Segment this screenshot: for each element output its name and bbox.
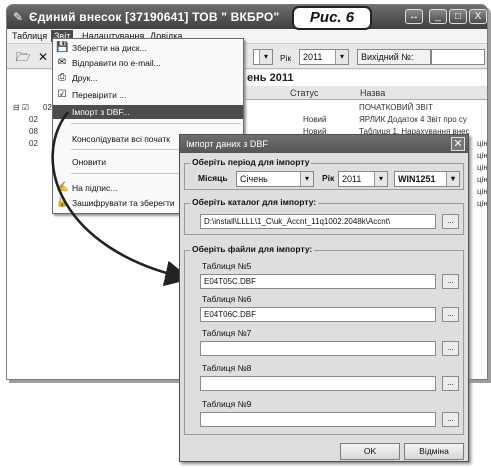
printer-icon: ⎙ <box>58 72 66 83</box>
browse-table5-button[interactable]: ... <box>442 274 459 289</box>
delete-icon[interactable]: ✕ <box>35 49 51 65</box>
app-icon: ✎ <box>13 10 24 24</box>
tree-code: 02 <box>29 115 38 124</box>
menu-item-label: Відправити по e-mail... <box>72 58 161 68</box>
year-label: Рік <box>280 53 292 63</box>
grid-cell-fragment: цін <box>477 163 488 172</box>
chevron-down-icon: ▾ <box>300 172 313 186</box>
column-status[interactable]: Статус <box>287 86 357 100</box>
grid-cell-fragment: цін <box>477 151 488 160</box>
email-icon: ✉ <box>57 57 67 68</box>
table9-input[interactable] <box>200 412 436 427</box>
grid-cell-fragment: цін <box>477 175 488 184</box>
chevron-down-icon: ▾ <box>374 172 387 186</box>
files-group-title: Оберіть файли для імпорту: <box>190 244 315 254</box>
menu-table[interactable]: Таблиця <box>9 30 50 42</box>
table5-label: Таблиця №5 <box>202 261 252 271</box>
year-value: 2011 <box>342 174 362 184</box>
menu-item-print[interactable]: ⎙ Друк... <box>53 71 243 85</box>
browse-table6-button[interactable]: ... <box>442 307 459 322</box>
encoding-select[interactable]: WIN1251 ▾ <box>394 171 460 187</box>
open-folder-icon[interactable]: 🗁 <box>15 49 31 65</box>
figure-callout: Рис. 6 <box>292 6 372 30</box>
year-select[interactable]: 2011 ▾ <box>299 49 349 65</box>
grid-cell-name[interactable]: ЯРЛИК Додаток 4 Звіт про су <box>359 115 467 124</box>
menu-item-label: Друк... <box>72 73 98 83</box>
directory-input[interactable]: D:\install\LLLL\1_C\uk_Accnt_11q1002.204… <box>200 214 436 229</box>
floppy-icon: 💾 <box>56 42 69 53</box>
chevron-down-icon: ▾ <box>446 172 459 186</box>
table8-label: Таблиця №8 <box>202 363 252 373</box>
minimize-button[interactable]: _ <box>429 9 447 24</box>
browse-directory-button[interactable]: ... <box>442 214 459 229</box>
menu-item-email[interactable]: ✉ Відправити по e-mail... <box>53 56 243 70</box>
month-value: Січень <box>240 174 268 184</box>
cancel-button[interactable]: Відміна <box>404 443 464 460</box>
tree-expander-icon[interactable]: ⊟ ☑ <box>13 103 29 112</box>
menu-item-label: Перевірити ... <box>72 90 127 100</box>
table5-input[interactable]: E04T05C.DBF <box>200 274 436 289</box>
encoding-value: WIN1251 <box>398 174 436 184</box>
maximize-button[interactable]: □ <box>449 9 467 24</box>
ok-button[interactable]: OK <box>340 443 400 460</box>
dialog-title[interactable]: Імпорт даних з DBF <box>180 135 468 153</box>
browse-table9-button[interactable]: ... <box>442 412 459 427</box>
table7-label: Таблиця №7 <box>202 328 252 338</box>
outgoing-number-field[interactable]: Вихідний №: <box>357 49 431 65</box>
tree-code: 08 <box>29 127 38 136</box>
close-button[interactable]: X <box>469 9 487 24</box>
chevron-down-icon: ▾ <box>259 50 272 64</box>
window-title: Єдиний внесок [37190641] ТОВ " ВКБРО" <box>29 10 280 24</box>
grid-cell-name[interactable]: ПОЧАТКОВИЙ ЗВІТ <box>359 103 433 112</box>
month-select[interactable]: Січень ▾ <box>236 171 314 187</box>
close-icon[interactable]: ✕ <box>451 137 465 151</box>
restore-button[interactable]: ↔ <box>405 9 423 24</box>
year-select[interactable]: 2011 ▾ <box>338 171 388 187</box>
table9-label: Таблиця №9 <box>202 399 252 409</box>
year-label: Рік <box>322 173 335 183</box>
table6-input[interactable]: E04T06C.DBF <box>200 307 436 322</box>
title-bar[interactable]: ✎ Єдиний внесок [37190641] ТОВ " ВКБРО" … <box>7 5 487 29</box>
import-dbf-dialog: Імпорт даних з DBF ✕ Оберіть період для … <box>179 134 469 462</box>
menu-item-label: Зберегти на диск... <box>72 43 147 53</box>
period-group-title: Оберіть період для імпорту <box>190 157 312 167</box>
outgoing-number-input[interactable] <box>431 49 485 65</box>
outgoing-number-label: Вихідний №: <box>361 52 414 62</box>
period-banner: ень 2011 <box>247 72 294 84</box>
grid-cell-fragment: цін <box>477 187 488 196</box>
grid-cell-fragment: цін <box>477 199 488 208</box>
grid-cell-fragment: цін <box>477 139 488 148</box>
tree-code: 02 <box>29 139 38 148</box>
table8-input[interactable] <box>200 376 436 391</box>
year-value: 2011 <box>303 52 323 62</box>
directory-group-title: Оберіть каталог для імпорту: <box>190 197 319 207</box>
grid-cell-status[interactable]: Новий <box>303 115 326 124</box>
month-select[interactable]: ▾ <box>253 49 273 65</box>
chevron-down-icon: ▾ <box>335 50 348 64</box>
month-label: Місяць <box>198 173 228 183</box>
menu-item-save[interactable]: 💾 Зберегти на диск... <box>53 41 243 55</box>
table6-label: Таблиця №6 <box>202 294 252 304</box>
table7-input[interactable] <box>200 341 436 356</box>
browse-table7-button[interactable]: ... <box>442 341 459 356</box>
browse-table8-button[interactable]: ... <box>442 376 459 391</box>
column-name[interactable]: Назва <box>357 86 487 100</box>
